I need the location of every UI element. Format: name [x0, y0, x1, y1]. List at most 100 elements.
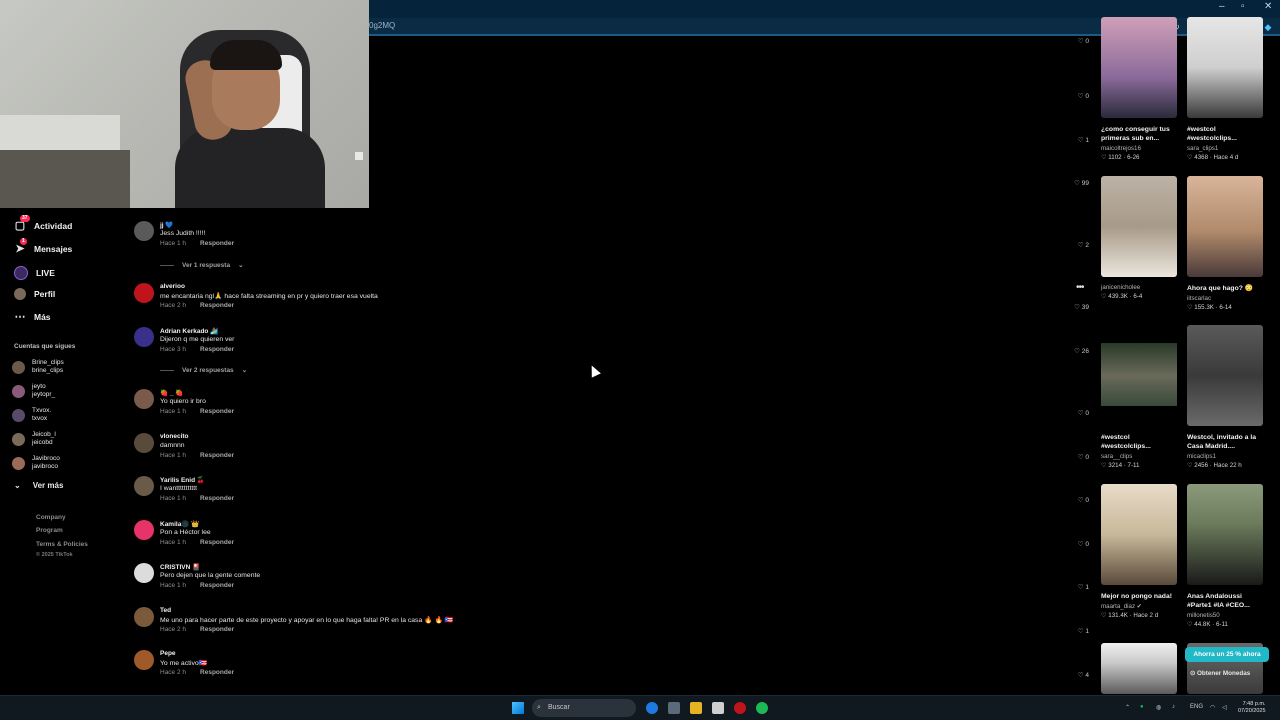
more-dots-icon[interactable]: ••• [1076, 282, 1084, 293]
video-author[interactable]: janicenicholee [1101, 284, 1177, 291]
clock[interactable]: 7:48 p.m. 07/20/2025 [1238, 701, 1266, 715]
comment-username[interactable]: 🍓 _ 🍓 [160, 389, 183, 397]
avatar[interactable] [134, 433, 154, 453]
maximize-button[interactable]: ▫ [1241, 1, 1245, 12]
comment-username[interactable]: Pepe [160, 650, 176, 657]
comment-username[interactable]: vlonecito [160, 433, 189, 440]
video-card[interactable]: Ahora que hago? 😳 iitscarlac ♡ 155.3K · … [1187, 176, 1263, 311]
avatar[interactable] [134, 563, 154, 583]
following-account[interactable]: Brine_clips brine_clips [12, 359, 64, 375]
video-thumbnail[interactable] [1187, 17, 1263, 118]
like-button[interactable]: ♡ 0 [1078, 496, 1089, 504]
avatar[interactable] [134, 389, 154, 409]
reply-button[interactable]: Responder [200, 452, 234, 459]
footer-terms[interactable]: Terms & Policies [36, 541, 88, 548]
wifi-icon[interactable]: ◠ [1210, 704, 1215, 711]
video-thumbnail[interactable] [1187, 484, 1263, 585]
nav-actividad[interactable]: ▢ 37 Actividad [14, 215, 72, 232]
reply-button[interactable]: Responder [200, 669, 234, 676]
video-author[interactable]: millonetis50 [1187, 612, 1263, 619]
view-replies-button[interactable]: Ver 2 respuestas ⌄ [160, 366, 247, 374]
video-card[interactable]: janicenicholee ♡ 439.3K · 6-4 [1101, 176, 1177, 300]
video-thumbnail[interactable] [1101, 643, 1177, 694]
video-author[interactable]: sara_clips1 [1187, 145, 1263, 152]
reply-button[interactable]: Responder [200, 582, 234, 589]
like-button[interactable]: ♡ 1 [1078, 583, 1089, 591]
like-button[interactable]: ♡ 0 [1078, 540, 1089, 548]
video-thumbnail[interactable] [1101, 176, 1177, 277]
comment-username[interactable]: Yarilis Enid 🍒 [160, 476, 205, 484]
promo-button[interactable]: Ahorra un 25 % ahora [1185, 647, 1269, 662]
reply-button[interactable]: Responder [200, 302, 234, 309]
video-thumbnail[interactable] [1101, 325, 1177, 426]
like-button[interactable]: ♡ 0 [1078, 92, 1089, 100]
chrome-icon[interactable] [734, 702, 746, 714]
tray-app-icon[interactable]: ● [1140, 704, 1144, 710]
footer-company[interactable]: Company [36, 514, 66, 521]
calendar-icon[interactable] [668, 702, 680, 714]
tray-mic-icon[interactable]: ♪ [1172, 704, 1175, 710]
comment-username[interactable]: Kamila🌑 👑 [160, 520, 199, 528]
tray-network-icon[interactable]: ◍ [1156, 704, 1161, 711]
tray-chevron-icon[interactable]: ⌃ [1125, 704, 1130, 711]
nav-mas[interactable]: ⋯ Más [14, 311, 51, 323]
close-button[interactable]: ✕ [1264, 1, 1272, 12]
reply-button[interactable]: Responder [200, 408, 234, 415]
following-account[interactable]: Javibroco javibroco [12, 455, 60, 471]
following-account[interactable]: jeyto jeytopr_ [12, 383, 55, 399]
following-account[interactable]: Jeicob_l jeicobd [12, 431, 56, 447]
reply-button[interactable]: Responder [200, 346, 234, 353]
comment-username[interactable]: alverioo [160, 283, 185, 290]
reply-button[interactable]: Responder [200, 626, 234, 633]
video-author[interactable]: iitscarlac [1187, 295, 1263, 302]
avatar[interactable] [134, 283, 154, 303]
like-button[interactable]: ♡ 0 [1078, 453, 1089, 461]
like-button[interactable]: ♡ 4 [1078, 671, 1089, 679]
video-thumbnail[interactable] [1187, 176, 1263, 277]
comment-username[interactable]: jj 💙 [160, 221, 174, 229]
comment-username[interactable]: Adrian Kerkado 🏄 [160, 327, 218, 335]
video-card[interactable]: #westcol #westcolclips... sara__clips ♡ … [1101, 325, 1177, 469]
video-card[interactable]: Anas Andaloussi #Parte1 #IA #CEO... mill… [1187, 484, 1263, 628]
nav-mensajes[interactable]: ➤ 1 Mensajes [14, 238, 72, 255]
file-explorer-icon[interactable] [690, 702, 702, 714]
windows-start-icon[interactable] [512, 702, 524, 714]
reply-button[interactable]: Responder [200, 539, 234, 546]
nav-live[interactable]: LIVE [14, 266, 55, 280]
video-card[interactable]: ¿como conseguir tus primeras sub en... m… [1101, 17, 1177, 161]
footer-program[interactable]: Program [36, 527, 63, 534]
avatar[interactable] [134, 327, 154, 347]
video-author[interactable]: micaclips1 [1187, 453, 1263, 460]
taskbar-search[interactable]: ⌕ Buscar [532, 699, 636, 717]
store-icon[interactable] [712, 702, 724, 714]
nav-perfil[interactable]: Perfil [14, 288, 55, 300]
like-button[interactable]: ♡ 39 [1074, 303, 1089, 311]
reply-button[interactable]: Responder [200, 240, 234, 247]
comment-username[interactable]: CRISTIVN 🎴 [160, 563, 200, 571]
video-author[interactable]: sara__clips [1101, 453, 1177, 460]
copilot-icon[interactable]: ◆ [1262, 21, 1274, 33]
video-thumbnail[interactable] [1101, 17, 1177, 118]
like-button[interactable]: ♡ 26 [1074, 347, 1089, 355]
comment-username[interactable]: Ted [160, 607, 171, 614]
reply-button[interactable]: Responder [200, 495, 234, 502]
like-button[interactable]: ♡ 1 [1078, 136, 1089, 144]
spotify-icon[interactable] [756, 702, 768, 714]
avatar[interactable] [134, 520, 154, 540]
video-thumbnail[interactable] [1101, 484, 1177, 585]
like-button[interactable]: ♡ 0 [1078, 37, 1089, 45]
avatar[interactable] [134, 476, 154, 496]
video-card[interactable]: Westcol, invitado a la Casa Madrid.... m… [1187, 325, 1263, 469]
video-card[interactable]: Mejor no pongo nada! maarta_diaz ✔ ♡ 131… [1101, 484, 1177, 619]
video-author[interactable]: maarta_diaz ✔ [1101, 603, 1177, 610]
see-more-button[interactable]: ⌄ Ver más [14, 481, 63, 490]
get-coins-button[interactable]: ⊙ Obtener Monedas [1190, 670, 1250, 677]
like-button[interactable]: ♡ 2 [1078, 241, 1089, 249]
like-button[interactable]: ♡ 0 [1078, 409, 1089, 417]
volume-icon[interactable]: ◁ [1222, 704, 1227, 711]
like-button[interactable]: ♡ 1 [1078, 627, 1089, 635]
video-card[interactable]: #westcol #westcolclips... sara_clips1 ♡ … [1187, 17, 1263, 161]
avatar[interactable] [134, 221, 154, 241]
edge-icon[interactable] [646, 702, 658, 714]
following-account[interactable]: Txvox. txvox [12, 407, 51, 423]
